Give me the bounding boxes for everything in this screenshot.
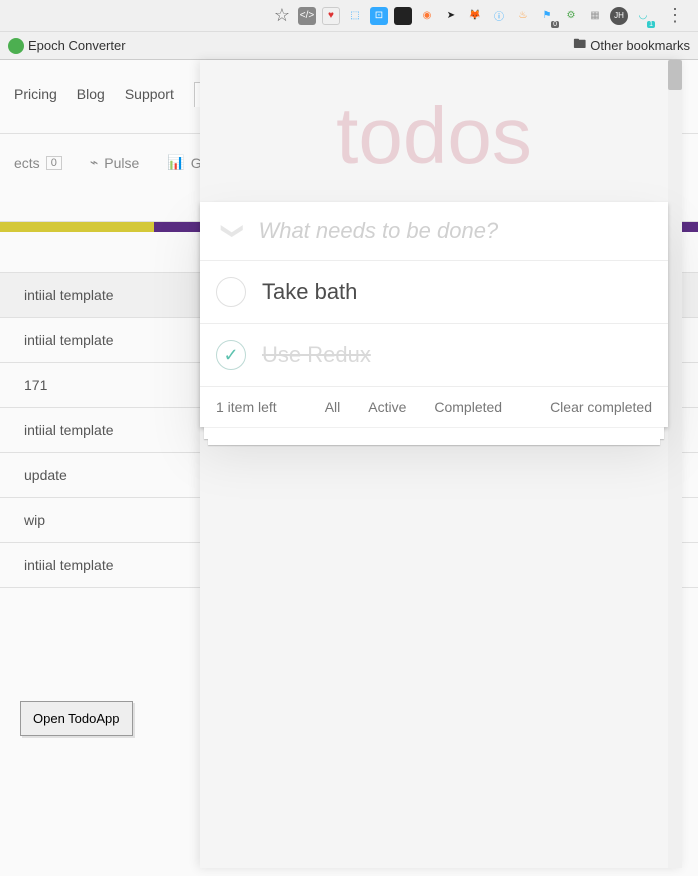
browser-menu-icon[interactable]: ⋮ [660, 5, 690, 26]
stat-pulse[interactable]: ⌁ Pulse [90, 154, 139, 171]
filter-group: All Active Completed [277, 397, 550, 417]
todo-app: todos ❯ Take bath ✓ Use Redux 1 item lef… [200, 60, 682, 439]
todo-input-row: ❯ [200, 202, 668, 261]
todo-footer: 1 item left All Active Completed Clear c… [200, 387, 668, 427]
ext-icon[interactable]: ◉ [418, 7, 436, 25]
nav-pricing[interactable]: Pricing [14, 86, 57, 107]
ext-icon[interactable]: ⓘ [490, 7, 508, 25]
new-todo-input[interactable] [250, 218, 652, 244]
open-todoapp-button[interactable]: Open TodoApp [20, 701, 133, 736]
bookmark-favicon [8, 38, 24, 54]
todo-checkbox[interactable] [216, 277, 246, 307]
todo-panel: todos ❯ Take bath ✓ Use Redux 1 item lef… [200, 60, 682, 868]
todo-item: Take bath [200, 261, 668, 324]
ext-icon[interactable]: ⊡ [370, 7, 388, 25]
toggle-all-icon[interactable]: ❯ [220, 214, 246, 248]
todo-title: todos [200, 60, 668, 202]
pulse-icon: ⌁ [90, 154, 98, 171]
ext-icon[interactable]: ⚑0 [538, 7, 556, 25]
stat-projects[interactable]: ects 0 [14, 155, 62, 171]
filter-all[interactable]: All [319, 397, 347, 417]
folder-icon: 🖿 [573, 35, 586, 57]
items-left-count: 1 item left [216, 399, 277, 415]
ext-icon[interactable]: 🦊 [466, 7, 484, 25]
ext-icon[interactable]: JH [610, 7, 628, 25]
bookmark-label: Epoch Converter [28, 38, 126, 53]
todo-item-label[interactable]: Take bath [262, 279, 357, 305]
ext-icon[interactable]: ♥ [322, 7, 340, 25]
nav-blog[interactable]: Blog [77, 86, 105, 107]
filter-completed[interactable]: Completed [428, 397, 508, 417]
ext-icon[interactable]: </> [298, 7, 316, 25]
ext-icon[interactable] [394, 7, 412, 25]
ext-icon[interactable]: ⬚ [346, 7, 364, 25]
graph-icon: 📊 [167, 154, 184, 171]
clear-completed-button[interactable]: Clear completed [550, 399, 652, 415]
todo-item-label[interactable]: Use Redux [262, 342, 371, 368]
ext-icon[interactable]: ⚙ [562, 7, 580, 25]
bookmarks-bar: Epoch Converter 🖿 Other bookmarks [0, 32, 698, 60]
scrollbar[interactable] [668, 60, 682, 868]
todo-checkbox[interactable]: ✓ [216, 340, 246, 370]
ext-icon[interactable]: ▦ [586, 7, 604, 25]
todo-item: ✓ Use Redux [200, 324, 668, 387]
bookmark-item[interactable]: Epoch Converter [8, 38, 126, 54]
check-icon: ✓ [223, 345, 238, 366]
browser-toolbar: ☆ </> ♥ ⬚ ⊡ ◉ ➤ 🦊 ⓘ ♨ ⚑0 ⚙ ▦ JH ◡1 ⋮ [0, 0, 698, 32]
bookmark-star-icon[interactable]: ☆ [274, 5, 290, 26]
nav-support[interactable]: Support [125, 86, 174, 107]
card-shadow [204, 427, 664, 439]
todo-card: ❯ Take bath ✓ Use Redux 1 item left All … [200, 202, 668, 427]
other-bookmarks-label: Other bookmarks [590, 38, 690, 53]
filter-active[interactable]: Active [362, 397, 412, 417]
ext-icon[interactable]: ♨ [514, 7, 532, 25]
ext-icon[interactable]: ◡1 [634, 7, 652, 25]
ext-icon[interactable]: ➤ [442, 7, 460, 25]
extension-icons: </> ♥ ⬚ ⊡ ◉ ➤ 🦊 ⓘ ♨ ⚑0 ⚙ ▦ JH ◡1 [298, 7, 652, 25]
scroll-thumb[interactable] [668, 60, 682, 90]
other-bookmarks[interactable]: 🖿 Other bookmarks [573, 35, 690, 57]
